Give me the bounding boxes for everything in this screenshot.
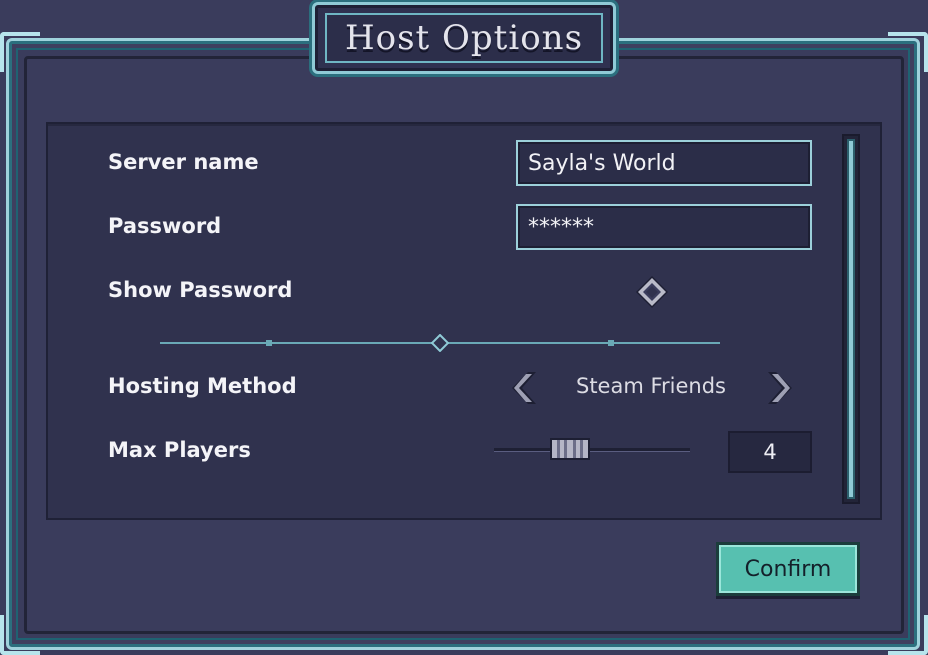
options-scrollbar[interactable] [842, 134, 860, 504]
confirm-button-label: Confirm [744, 556, 832, 582]
password-label: Password [108, 214, 222, 238]
hosting-method-label: Hosting Method [108, 374, 297, 398]
chevron-left-icon[interactable] [508, 370, 536, 406]
max-players-value: 4 [763, 440, 777, 464]
password-value: ****** [528, 214, 594, 240]
max-players-value-box[interactable]: 4 [728, 431, 812, 473]
title-inner: Host Options [325, 13, 603, 63]
title-plate: Host Options [312, 2, 616, 74]
dialog-title: Host Options [344, 18, 584, 58]
password-input[interactable]: ****** [516, 204, 812, 250]
diamond-checkbox-icon [636, 276, 668, 308]
chevron-right-icon[interactable] [768, 370, 796, 406]
host-options-dialog: Host Options Server name Sayla's World P… [0, 0, 928, 655]
show-password-label: Show Password [108, 278, 293, 302]
max-players-label: Max Players [108, 438, 251, 462]
scrollbar-thumb[interactable] [847, 139, 855, 499]
divider-gem-icon [431, 334, 449, 352]
server-name-input[interactable]: Sayla's World [516, 140, 812, 186]
max-players-slider-handle[interactable] [549, 437, 591, 461]
confirm-button[interactable]: Confirm [716, 542, 860, 596]
hosting-method-value: Steam Friends [575, 374, 726, 398]
max-players-slider-track[interactable] [494, 448, 690, 451]
divider-tick [608, 340, 614, 346]
server-name-value: Sayla's World [528, 150, 676, 176]
show-password-toggle[interactable] [634, 274, 670, 310]
server-name-label: Server name [108, 150, 259, 174]
divider-tick [266, 340, 272, 346]
